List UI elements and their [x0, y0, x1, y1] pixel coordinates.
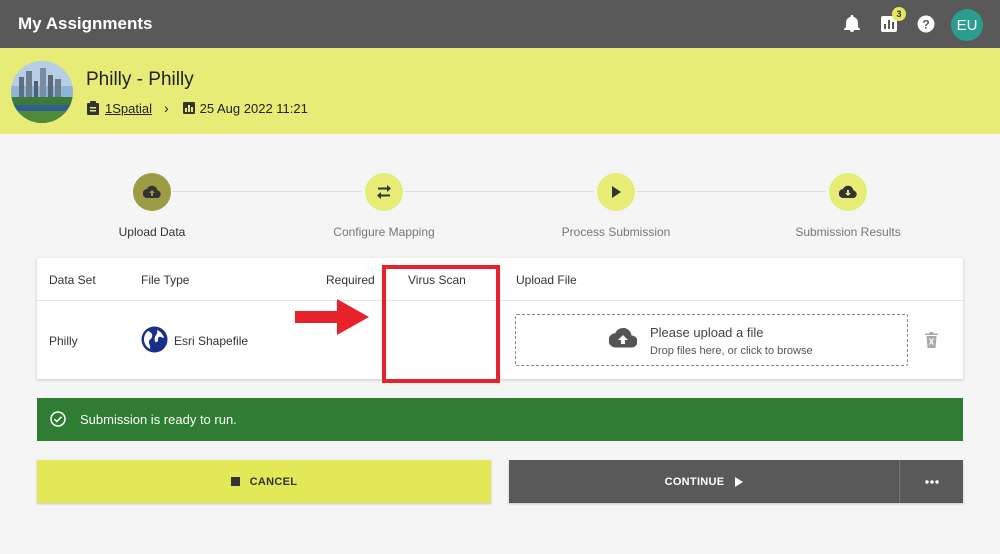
step-configure-mapping[interactable] — [365, 173, 403, 211]
cell-dataset: Philly — [49, 334, 78, 348]
timestamp: 25 Aug 2022 11:21 — [199, 100, 308, 116]
step-connector — [636, 191, 826, 192]
breadcrumb-link[interactable]: 1Spatial — [105, 101, 152, 116]
step-connector — [404, 191, 594, 192]
more-options-button[interactable] — [899, 460, 963, 503]
globe-icon — [141, 326, 168, 358]
annotation-arrow — [295, 299, 369, 335]
step-connector — [172, 191, 362, 192]
step-label: Upload Data — [118, 225, 186, 239]
more-horizontal-icon — [924, 479, 939, 484]
help-icon[interactable]: ? — [916, 14, 936, 34]
upload-dropzone[interactable] — [515, 314, 908, 366]
project-header — [0, 48, 1000, 134]
cancel-button[interactable]: CANCEL — [37, 460, 491, 503]
continue-button[interactable]: CONTINUE — [509, 460, 899, 503]
play-icon — [612, 186, 621, 198]
play-icon — [735, 476, 744, 487]
notification-badge: 3 — [892, 7, 906, 21]
clipboard-icon — [87, 101, 99, 115]
bell-icon[interactable] — [842, 14, 862, 34]
column-header-filetype: File Type — [141, 273, 190, 287]
column-header-required: Required — [326, 273, 375, 287]
step-label: Configure Mapping — [333, 225, 435, 239]
svg-text:?: ? — [922, 18, 929, 32]
cloud-download-icon — [839, 185, 857, 199]
project-image — [11, 61, 73, 123]
app-title: My Assignments — [18, 14, 153, 33]
breadcrumb: 1Spatial › 25 Aug 2022 11:21 — [87, 100, 308, 116]
header-divider — [37, 300, 963, 301]
column-header-dataset: Data Set — [49, 273, 96, 287]
avatar[interactable]: EU — [951, 9, 983, 41]
status-message: Submission is ready to run. — [80, 412, 237, 427]
upload-hint: Drop files here, or click to browse — [650, 345, 813, 357]
cloud-upload-icon — [608, 327, 638, 354]
delete-icon[interactable] — [925, 332, 938, 353]
step-label: Process Submission — [561, 225, 671, 239]
stop-icon — [230, 477, 240, 486]
check-circle-icon — [50, 411, 66, 432]
step-label: Submission Results — [795, 225, 901, 239]
chart-icon — [182, 102, 195, 114]
virus-scan-highlight — [382, 265, 500, 383]
upload-prompt: Please upload a file — [650, 325, 764, 340]
cancel-label: CANCEL — [249, 475, 298, 488]
step-submission-results[interactable] — [829, 173, 867, 211]
continue-label: CONTINUE — [664, 475, 725, 488]
column-header-upload: Upload File — [516, 273, 577, 287]
project-title: Philly - Philly — [86, 69, 194, 90]
step-process-submission[interactable] — [597, 173, 635, 211]
cell-filetype: Esri Shapefile — [174, 334, 249, 348]
step-upload-data[interactable] — [133, 173, 171, 211]
swap-arrows-icon — [377, 185, 391, 199]
cloud-upload-icon — [143, 185, 161, 199]
chevron-right-icon: › — [163, 100, 169, 116]
